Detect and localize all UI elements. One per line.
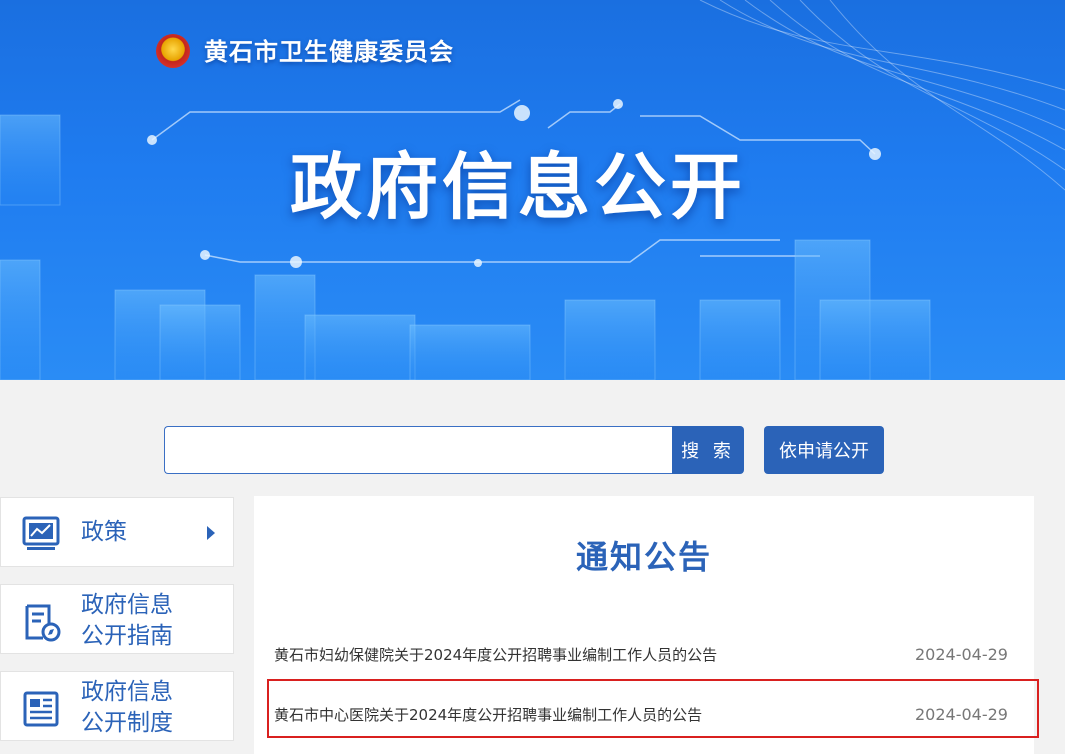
notice-row[interactable]: 黄石市妇幼保健院关于2024年度公开招聘事业编制工作人员的公告 2024-04-…: [274, 637, 1034, 673]
guide-document-icon: [25, 604, 61, 642]
sidebar-item-label: 政策: [81, 519, 127, 545]
sidebar-item-guide[interactable]: 政府信息 公开指南: [0, 584, 234, 654]
apply-disclosure-button[interactable]: 依申请公开: [764, 426, 884, 474]
chevron-right-icon: [207, 526, 215, 540]
notice-title[interactable]: 黄石市妇幼保健院关于2024年度公开招聘事业编制工作人员的公告: [274, 637, 717, 673]
organization-name: 黄石市卫生健康委员会: [204, 38, 454, 66]
sidebar-item-label: 政府信息 公开制度: [81, 679, 173, 736]
notice-date: 2024-04-29: [915, 645, 1008, 664]
notice-title[interactable]: 黄石市中心医院关于2024年度公开招聘事业编制工作人员的公告: [274, 697, 702, 733]
notice-panel: 通知公告 黄石市妇幼保健院关于2024年度公开招聘事业编制工作人员的公告 202…: [254, 496, 1034, 754]
national-emblem-icon: [156, 34, 190, 68]
search-input[interactable]: [164, 426, 672, 474]
sidebar-item-system[interactable]: 政府信息 公开制度: [0, 671, 234, 741]
search-button[interactable]: 搜 索: [672, 426, 744, 474]
header-banner: 黄石市卫生健康委员会 政府信息公开: [0, 0, 1065, 380]
system-document-icon: [23, 691, 59, 727]
notice-row[interactable]: 黄石市中心医院关于2024年度公开招聘事业编制工作人员的公告 2024-04-2…: [274, 697, 1034, 733]
page: 黄石市卫生健康委员会 政府信息公开 搜 索 依申请公开 政策 政府信息 公开指南: [0, 0, 1065, 754]
banner-title: 政府信息公开: [290, 145, 747, 229]
notice-date: 2024-04-29: [915, 705, 1008, 724]
sidebar-item-label: 政府信息 公开指南: [81, 592, 173, 649]
sidebar-item-policy[interactable]: 政策: [0, 497, 234, 567]
section-title: 通知公告: [575, 538, 712, 576]
policy-chart-icon: [22, 516, 60, 550]
